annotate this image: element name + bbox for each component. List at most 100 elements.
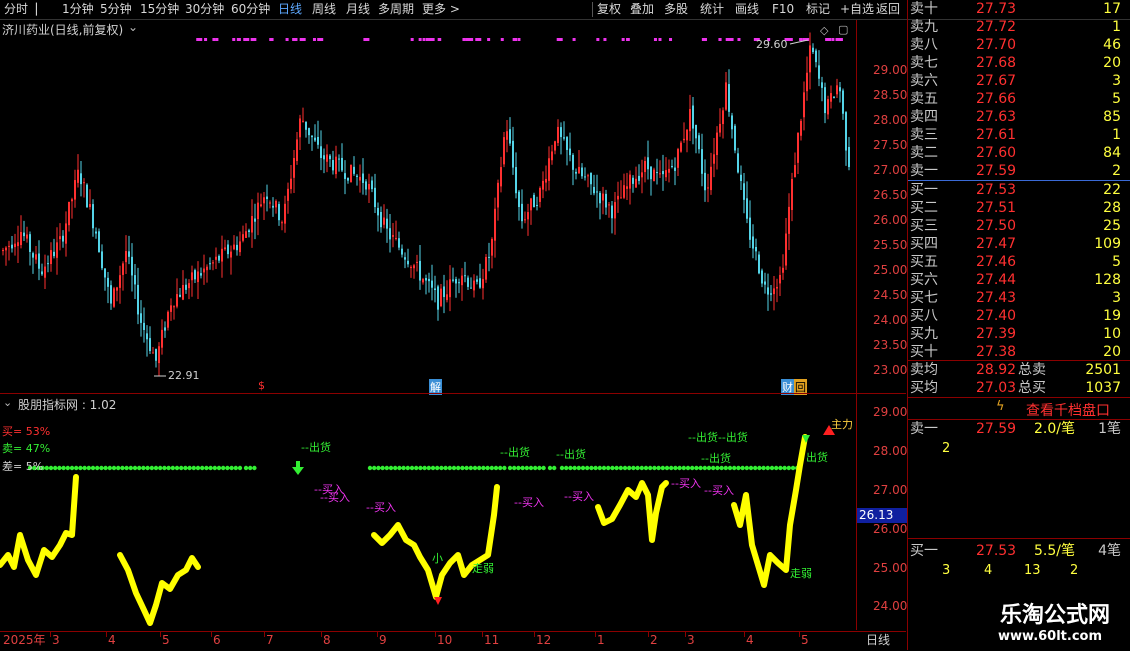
stats-button[interactable]: 统计 bbox=[700, 1, 724, 18]
ask-row[interactable]: 卖十 27.73 17 bbox=[908, 0, 1130, 18]
bid-row[interactable]: 买十 27.38 20 bbox=[908, 343, 1130, 361]
signal-band-dot bbox=[418, 465, 423, 471]
bid-row[interactable]: 买五 27.46 5 bbox=[908, 253, 1130, 271]
ask-row[interactable]: 卖五 27.66 5 bbox=[908, 90, 1130, 108]
window-icon[interactable]: ▢ bbox=[838, 23, 848, 36]
candle-body bbox=[431, 280, 433, 288]
candle-body bbox=[833, 96, 835, 98]
add-watchlist-button[interactable]: +自选 bbox=[840, 1, 874, 18]
ask-row[interactable]: 卖八 27.70 46 bbox=[908, 36, 1130, 54]
signal-band-dot bbox=[456, 465, 461, 471]
tab-monthly[interactable]: 月线 bbox=[346, 1, 370, 18]
bid-row[interactable]: 买三 27.50 25 bbox=[908, 217, 1130, 235]
signal-dot bbox=[462, 38, 466, 41]
candle-body bbox=[5, 247, 7, 251]
candle-body bbox=[128, 251, 130, 257]
signal-band-dot bbox=[727, 465, 733, 471]
tab-more[interactable]: 更多 > bbox=[422, 1, 460, 18]
overlay-button[interactable]: 叠加 bbox=[630, 1, 654, 18]
ask-total-value: 2501 bbox=[1085, 362, 1121, 378]
signal-band-dot bbox=[195, 465, 201, 471]
ask-row[interactable]: 卖三 27.61 1 bbox=[908, 126, 1130, 144]
signal-dot bbox=[294, 38, 298, 41]
signal-band-dot bbox=[698, 465, 703, 471]
tab-weekly[interactable]: 周线 bbox=[312, 1, 336, 18]
bid-row[interactable]: 买九 27.39 10 bbox=[908, 325, 1130, 343]
tab-timeshare[interactable]: 分时 bbox=[4, 1, 28, 18]
ask-row[interactable]: 卖七 27.68 20 bbox=[908, 54, 1130, 72]
candle-body bbox=[77, 169, 79, 183]
candle-body bbox=[830, 93, 832, 102]
candle-body bbox=[731, 115, 733, 130]
draw-line-button[interactable]: 画线 bbox=[735, 1, 759, 18]
mark-button[interactable]: 标记 bbox=[806, 1, 830, 18]
candle-body bbox=[470, 287, 472, 289]
date-tick: 2 bbox=[650, 633, 658, 647]
signal-band-dot bbox=[405, 465, 410, 471]
signal-band-dot bbox=[128, 465, 133, 471]
candle-body bbox=[398, 238, 400, 248]
signal-band-dot bbox=[233, 465, 238, 471]
date-tick: 10 bbox=[437, 633, 453, 647]
signal-band-dot bbox=[393, 465, 398, 471]
candlestick-chart[interactable]: 济川药业(日线,前复权) ⌄ 29.60 22.91 ◇ ▢ $ 解 财 回 bbox=[0, 20, 855, 395]
candle-body bbox=[521, 203, 523, 222]
signal-band-dot bbox=[44, 465, 49, 471]
view-full-depth-button[interactable]: ϟ 查看千档盘口 bbox=[908, 398, 1130, 419]
candle-body bbox=[248, 230, 250, 233]
diamond-icon[interactable]: ◇ bbox=[820, 24, 828, 37]
candle-body bbox=[569, 148, 571, 156]
collapse-icon[interactable]: ⌄ bbox=[128, 20, 138, 34]
back-button[interactable]: 返回 bbox=[876, 1, 900, 18]
bid-row[interactable]: 买一 27.53 22 bbox=[908, 181, 1130, 199]
ask-total-label: 总卖 bbox=[1018, 362, 1046, 378]
signal-dot bbox=[250, 38, 254, 41]
tab-1min[interactable]: 1分钟 bbox=[62, 1, 94, 18]
signal-dot bbox=[517, 38, 521, 41]
bid-row[interactable]: 买七 27.43 3 bbox=[908, 289, 1130, 307]
bid-row[interactable]: 买二 27.51 28 bbox=[908, 199, 1130, 217]
tab-30min[interactable]: 30分钟 bbox=[185, 1, 224, 18]
indicator-chart[interactable]: ⌄ 股朋指标网 : 1.02 买= 53% 卖= 47% 差= 5% --出货 … bbox=[0, 395, 855, 630]
tab-multi-period[interactable]: 多周期 bbox=[378, 1, 414, 18]
tab-60min[interactable]: 60分钟 bbox=[231, 1, 270, 18]
signal-band-dot bbox=[769, 465, 775, 471]
signal-band-dot bbox=[388, 465, 394, 471]
date-tick-mark bbox=[799, 632, 800, 637]
candle-body bbox=[155, 349, 157, 361]
signal-band-dot bbox=[589, 465, 594, 471]
signal-dot bbox=[658, 38, 662, 41]
f10-button[interactable]: F10 bbox=[772, 1, 794, 18]
ask-row[interactable]: 卖二 27.60 84 bbox=[908, 144, 1130, 162]
candle-body bbox=[602, 193, 604, 201]
ask-row[interactable]: 卖四 27.63 85 bbox=[908, 108, 1130, 126]
candle-body bbox=[263, 197, 265, 204]
price-tick: 27.50 bbox=[873, 138, 908, 152]
candle-body bbox=[230, 251, 232, 258]
signal-band-dot bbox=[65, 465, 71, 471]
signal-band-dot bbox=[736, 465, 741, 471]
ask-row[interactable]: 卖六 27.67 3 bbox=[908, 72, 1130, 90]
ask-row[interactable]: 卖九 27.72 1 bbox=[908, 18, 1130, 36]
ask-volume: 5 bbox=[1112, 91, 1121, 107]
signal-dot bbox=[430, 38, 434, 41]
adjust-button[interactable]: 复权 bbox=[597, 1, 621, 18]
bid-row[interactable]: 买四 27.47 109 bbox=[908, 235, 1130, 253]
price-tick: 26.00 bbox=[873, 213, 908, 227]
event-dividend-marker[interactable]: $ bbox=[258, 379, 265, 392]
signal-band-dot bbox=[443, 465, 448, 471]
signal-band-dot bbox=[191, 465, 196, 471]
candle-body bbox=[317, 136, 319, 145]
bid-row[interactable]: 买六 27.44 128 bbox=[908, 271, 1130, 289]
ask-row[interactable]: 卖一 27.59 2 bbox=[908, 162, 1130, 180]
period-label[interactable]: 日线 bbox=[866, 632, 890, 649]
bid-price: 27.53 bbox=[976, 182, 1017, 198]
bid-row[interactable]: 买八 27.40 19 bbox=[908, 307, 1130, 325]
tab-5min[interactable]: 5分钟 bbox=[100, 1, 132, 18]
indicator-collapse-icon[interactable]: ⌄ bbox=[3, 396, 12, 409]
tab-15min[interactable]: 15分钟 bbox=[140, 1, 179, 18]
multi-stock-button[interactable]: 多股 bbox=[664, 1, 688, 18]
tab-daily[interactable]: 日线 bbox=[278, 1, 302, 18]
signal-dot bbox=[212, 38, 216, 41]
ask-volume: 1 bbox=[1112, 127, 1121, 143]
